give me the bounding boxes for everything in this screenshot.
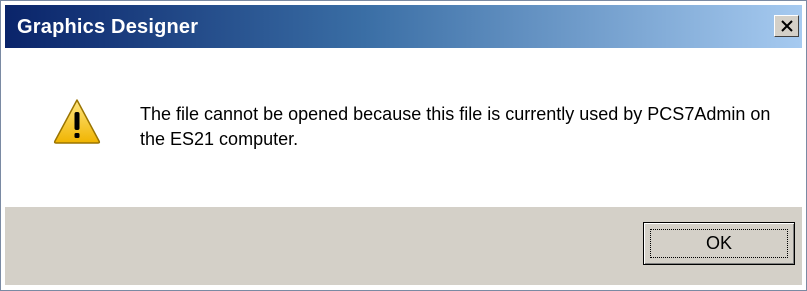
window-title: Graphics Designer [17, 16, 199, 38]
ok-button[interactable]: OK [643, 222, 795, 265]
title-bar[interactable]: Graphics Designer [5, 5, 802, 48]
close-button[interactable] [774, 15, 799, 37]
button-area: OK [5, 207, 802, 285]
close-icon [781, 20, 793, 32]
dialog-message: The file cannot be opened because this f… [140, 104, 771, 149]
dialog-window: Graphics Designer The file cannot be ope… [0, 0, 807, 291]
warning-icon [53, 99, 101, 144]
ok-button-label: OK [705, 233, 732, 253]
dialog-content: The file cannot be opened because this f… [5, 48, 802, 207]
